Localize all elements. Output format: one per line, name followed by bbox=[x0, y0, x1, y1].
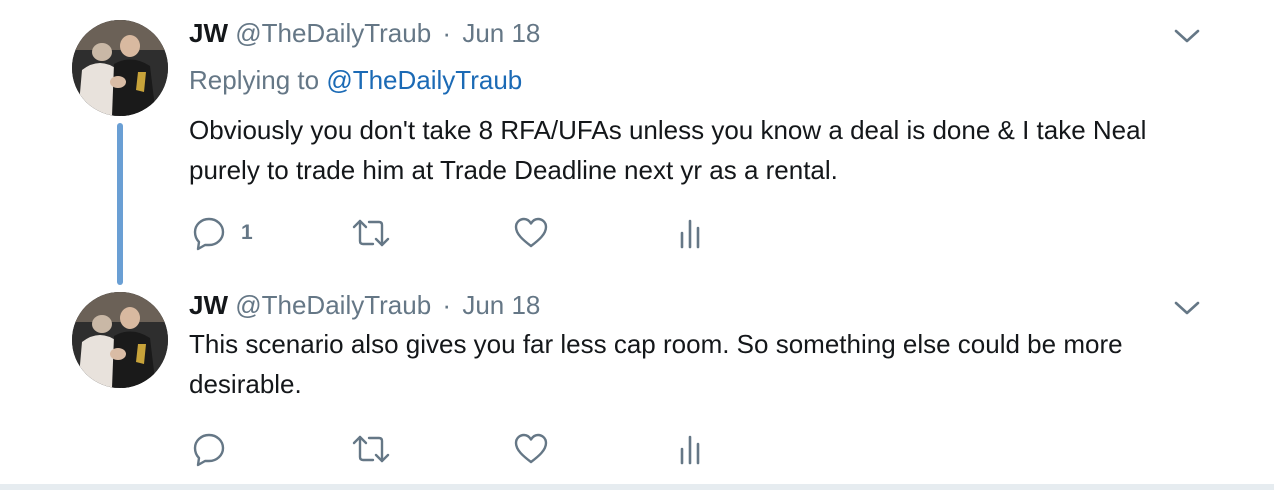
author-name[interactable]: JW bbox=[189, 18, 228, 48]
tweet-header: JW @TheDailyTraub · Jun 18 bbox=[189, 18, 540, 48]
author-handle[interactable]: @TheDailyTraub bbox=[235, 18, 431, 48]
analytics-button[interactable] bbox=[676, 213, 704, 253]
retweet-icon bbox=[351, 431, 391, 467]
reply-count: 1 bbox=[241, 221, 253, 244]
separator: · bbox=[442, 18, 452, 48]
retweet-button[interactable] bbox=[351, 213, 391, 253]
like-icon bbox=[513, 215, 549, 251]
reply-button[interactable] bbox=[191, 429, 241, 469]
thread-connector-line bbox=[117, 123, 123, 285]
like-button[interactable] bbox=[513, 429, 549, 469]
replying-to-handle[interactable]: @TheDailyTraub bbox=[326, 65, 522, 95]
reply-icon bbox=[191, 215, 227, 251]
reply-icon bbox=[191, 431, 227, 467]
tweet[interactable]: JW @TheDailyTraub · Jun 18 Replying to @… bbox=[0, 0, 1274, 286]
tweet-text: This scenario also gives you far less ca… bbox=[189, 329, 1123, 399]
retweet-icon bbox=[351, 215, 391, 251]
chevron-down-icon[interactable] bbox=[1172, 298, 1202, 318]
replying-to-label: Replying to bbox=[189, 65, 320, 95]
tweet-actions: 1 bbox=[189, 213, 789, 253]
like-button[interactable] bbox=[513, 213, 549, 253]
tweet-text: Obviously you don't take 8 RFA/UFAs unle… bbox=[189, 115, 1147, 185]
tweet-actions bbox=[189, 429, 789, 469]
chevron-down-icon[interactable] bbox=[1172, 26, 1202, 46]
analytics-button[interactable] bbox=[676, 429, 704, 469]
tweet[interactable]: JW @TheDailyTraub · Jun 18 This scenario… bbox=[0, 286, 1274, 486]
avatar[interactable] bbox=[72, 20, 168, 116]
reply-button[interactable]: 1 bbox=[191, 213, 253, 253]
tweet-date[interactable]: Jun 18 bbox=[462, 18, 540, 48]
author-handle[interactable]: @TheDailyTraub bbox=[235, 290, 431, 320]
tweet-header: JW @TheDailyTraub · Jun 18 bbox=[189, 290, 540, 320]
tweet-date[interactable]: Jun 18 bbox=[462, 290, 540, 320]
separator: · bbox=[442, 290, 452, 320]
divider bbox=[0, 484, 1274, 490]
avatar[interactable] bbox=[72, 292, 168, 388]
like-icon bbox=[513, 431, 549, 467]
retweet-button[interactable] bbox=[351, 429, 391, 469]
analytics-icon bbox=[676, 215, 704, 251]
replying-to: Replying to @TheDailyTraub bbox=[189, 65, 522, 95]
author-name[interactable]: JW bbox=[189, 290, 228, 320]
analytics-icon bbox=[676, 431, 704, 467]
